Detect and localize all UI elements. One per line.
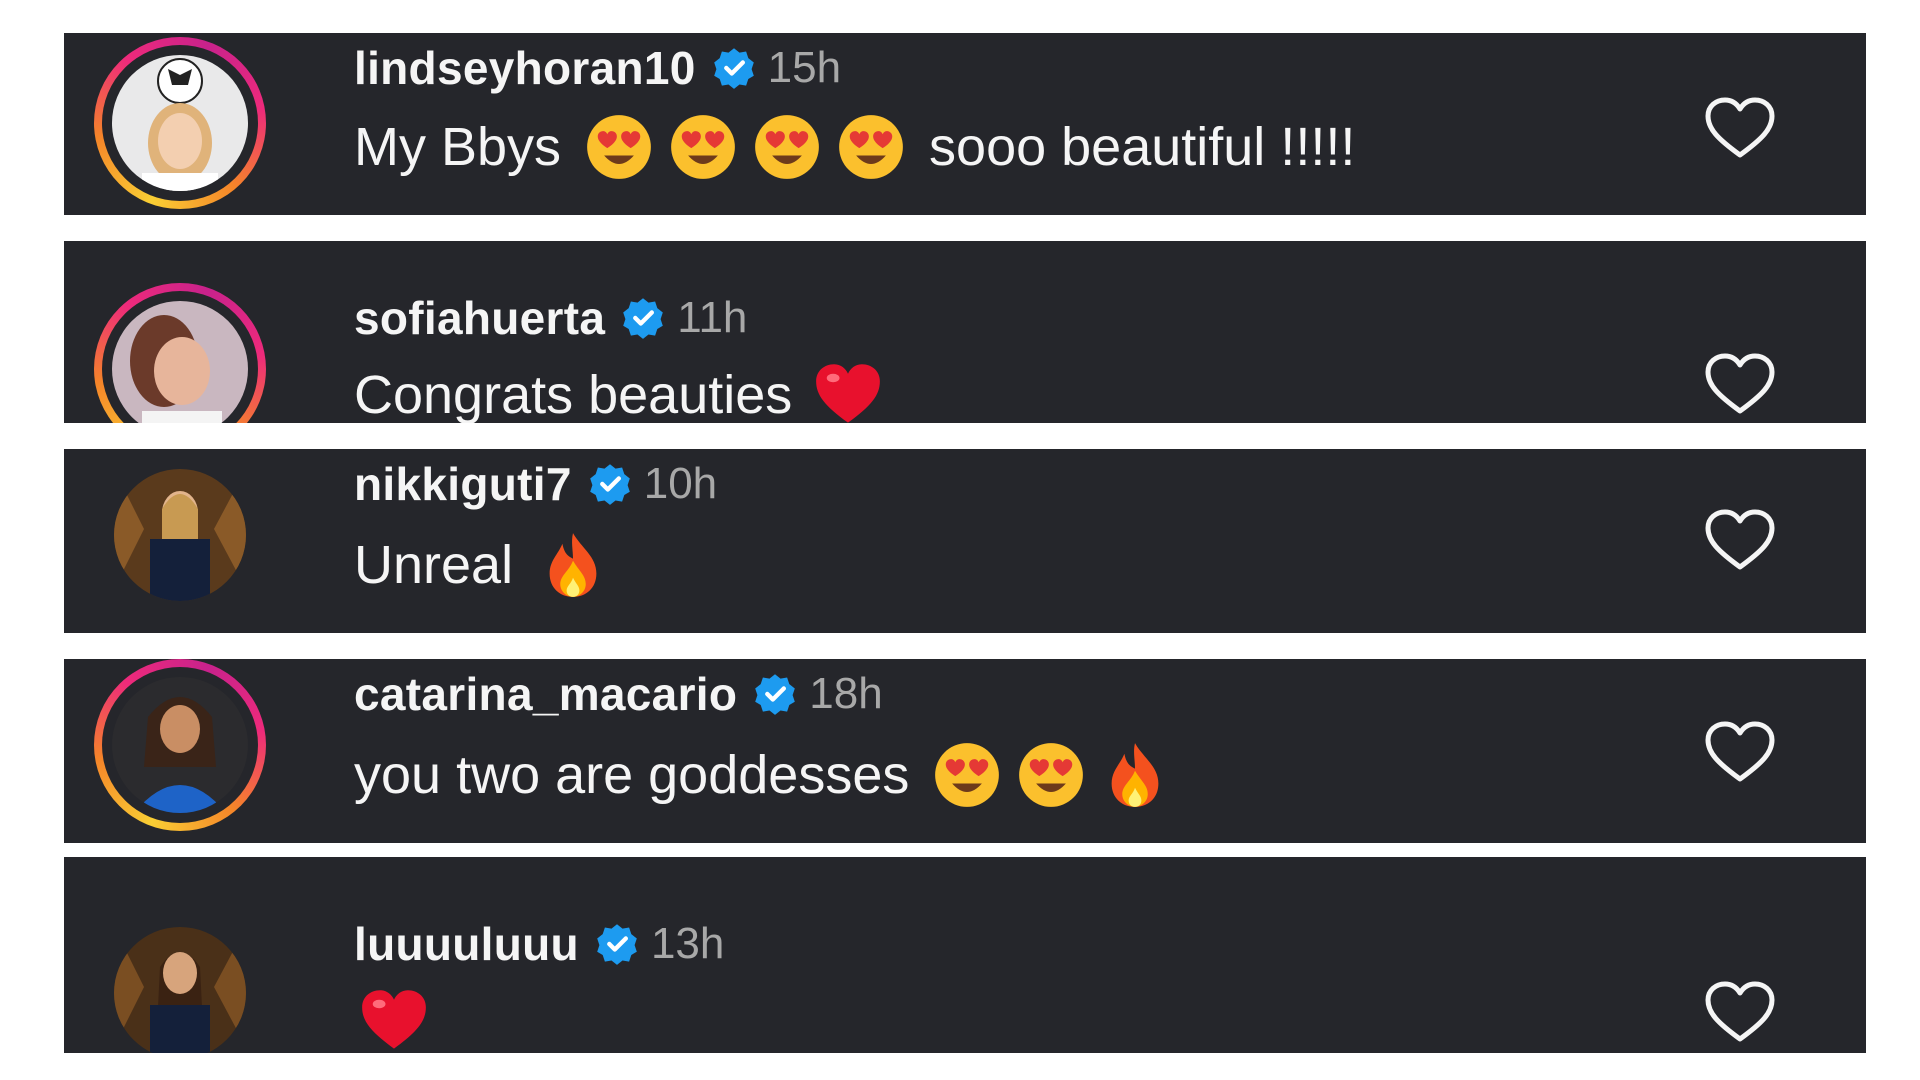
like-heart-icon[interactable]: [1704, 981, 1776, 1045]
comment-row: catarina_macario 18h you two are goddess…: [64, 659, 1866, 843]
like-heart-icon[interactable]: [1704, 353, 1776, 417]
heart-eyes-emoji-icon: [1019, 743, 1084, 807]
like-heart-icon[interactable]: [1704, 509, 1776, 573]
username[interactable]: nikkiguti7: [354, 457, 572, 511]
red-heart-emoji-icon: [362, 990, 426, 1049]
comment-body-suffix: sooo beautiful !!!!!: [929, 117, 1356, 177]
heart-eyes-emoji-icon: [671, 115, 735, 179]
profile-photo-icon: [114, 927, 246, 1053]
comment-body: My Bbys: [354, 117, 562, 177]
comment-row: nikkiguti7 10h Unreal: [64, 449, 1866, 633]
verified-badge-icon: [597, 924, 637, 965]
verified-badge-icon: [589, 464, 630, 505]
verified-badge-icon: [755, 674, 796, 715]
avatar[interactable]: [94, 907, 266, 1053]
comment-text: [360, 987, 428, 1053]
comment-row: sofiahuerta 11h Congrats beauties: [64, 241, 1866, 423]
fire-emoji-icon: [549, 533, 597, 597]
profile-photo-icon: [114, 469, 246, 601]
comment-body: Unreal: [354, 535, 514, 595]
comment-text: Unreal: [354, 531, 607, 599]
fire-emoji-icon: [1111, 743, 1159, 807]
avatar[interactable]: [94, 283, 266, 423]
avatar[interactable]: [94, 449, 266, 621]
verified-badge-icon: [713, 48, 754, 89]
like-heart-icon[interactable]: [1704, 97, 1776, 161]
timestamp: 13h: [650, 919, 725, 968]
heart-eyes-emoji-icon: [839, 115, 903, 179]
heart-eyes-emoji-icon: [755, 115, 819, 179]
avatar[interactable]: [94, 659, 266, 831]
profile-photo-icon: [112, 55, 248, 191]
red-heart-emoji-icon: [816, 364, 881, 423]
timestamp: 15h: [767, 43, 842, 92]
comment-text: My Bbys sooo beautiful !!!!!: [354, 113, 1355, 181]
verified-badge-icon: [623, 298, 664, 339]
username[interactable]: lindseyhoran10: [354, 41, 696, 95]
heart-eyes-emoji-icon: [935, 743, 1000, 807]
avatar[interactable]: [94, 37, 266, 209]
heart-eyes-emoji-icon: [587, 115, 651, 179]
profile-photo-icon: [112, 677, 248, 813]
timestamp: 11h: [677, 293, 748, 342]
username[interactable]: luuuuluuu: [354, 917, 579, 971]
like-heart-icon[interactable]: [1704, 721, 1776, 785]
username[interactable]: catarina_macario: [354, 667, 737, 721]
comment-row: luuuuluuu 13h: [64, 857, 1866, 1053]
timestamp: 18h: [809, 669, 883, 718]
comment-text: you two are goddesses: [354, 741, 1169, 809]
timestamp: 10h: [643, 459, 718, 508]
username[interactable]: sofiahuerta: [354, 291, 605, 345]
comment-text: Congrats beauties: [354, 361, 882, 423]
comment-body: you two are goddesses: [354, 745, 910, 805]
comment-body: Congrats beauties: [354, 365, 793, 423]
comment-row: lindseyhoran10 15h My Bbys sooo beautifu…: [64, 33, 1866, 215]
